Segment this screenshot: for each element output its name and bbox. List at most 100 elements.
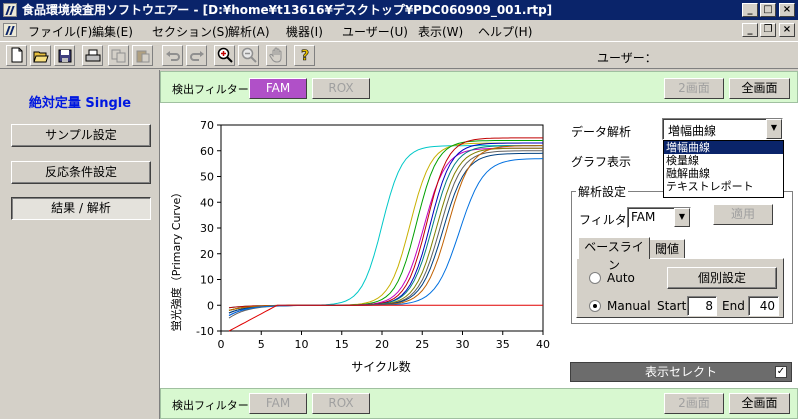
y-tick-label: 40 [200, 196, 214, 209]
toolbar: ? ユーザー： [0, 41, 798, 69]
x-tick-label: 5 [258, 338, 265, 351]
x-tick-label: 15 [335, 338, 349, 351]
end-input[interactable]: 40 [748, 296, 779, 316]
graph-display-label: グラフ表示 [571, 155, 632, 169]
menu-edit[interactable]: 編集(E) [92, 23, 133, 40]
individual-settings-button[interactable]: 個別設定 [667, 267, 777, 289]
child-minimize-button[interactable]: _ [742, 23, 758, 37]
chart-area: -10 0 10 20 30 40 50 60 70 0 5 10 15 20 25 30 35 40 蛍光強度… [160, 103, 567, 388]
x-tick-label: 25 [415, 338, 429, 351]
menu-section[interactable]: セクション(S) [152, 23, 229, 40]
data-analysis-select[interactable]: 増幅曲線 ▼ [662, 118, 783, 140]
filter-label: 検出フィルター [172, 83, 249, 96]
open-icon[interactable] [30, 45, 51, 66]
left-panel: 絶対定量 Single サンプル設定 反応条件設定 結果 / 解析 [0, 70, 160, 419]
title-bar: 食品環境検査用ソフトウエアー - [D:¥home¥t13616¥デスクトップ¥… [0, 0, 798, 20]
auto-radio[interactable] [589, 272, 601, 284]
zoom-in-icon[interactable] [214, 45, 235, 66]
analysis-panel: データ解析 増幅曲線 ▼ グラフ表示 解析設定 フィルター FAM ▼ 適用 ベ… [567, 103, 798, 388]
tab-baseline[interactable]: ベースライン [578, 237, 650, 272]
x-tick-label: 35 [496, 338, 510, 351]
display-select-checkbox[interactable]: ✓ [775, 366, 787, 378]
redo-icon[interactable] [186, 45, 207, 66]
maximize-button[interactable]: □ [760, 3, 776, 17]
full-screen-button[interactable]: 全画面 [729, 393, 790, 414]
manual-label: Manual [607, 299, 651, 313]
filter-bar-bottom: 検出フィルター FAM ROX 2画面 全画面 [160, 388, 798, 419]
filter-label: 検出フィルター [172, 399, 249, 412]
analysis-settings-label: 解析設定 [576, 183, 629, 200]
y-axis-label: 蛍光強度（Primary Curve） [169, 187, 183, 331]
menu-view[interactable]: 表示(W) [418, 23, 463, 40]
apply-button[interactable]: 適用 [713, 204, 773, 225]
start-label: Start [657, 299, 687, 313]
fam-filter-button[interactable]: FAM [249, 78, 307, 99]
menu-device[interactable]: 機器(I) [286, 23, 323, 40]
dropdown-option-amplification[interactable]: 増幅曲線 [664, 141, 783, 154]
dropdown-option-text-report[interactable]: テキストレポート [664, 180, 783, 193]
manual-radio[interactable] [589, 300, 601, 312]
chevron-down-icon[interactable]: ▼ [766, 119, 782, 139]
filter-select-value: FAM [631, 210, 656, 224]
paste-icon[interactable] [132, 45, 153, 66]
y-tick-label: 30 [200, 222, 214, 235]
data-analysis-value: 増幅曲線 [668, 124, 717, 138]
zoom-out-icon[interactable] [238, 45, 259, 66]
hand-icon[interactable] [266, 45, 287, 66]
y-tick-label: 50 [200, 171, 214, 184]
display-select-bar[interactable]: 表示セレクト ✓ [570, 362, 792, 382]
fam-filter-button[interactable]: FAM [249, 393, 307, 414]
two-screen-button[interactable]: 2画面 [664, 78, 724, 99]
x-tick-label: 10 [295, 338, 309, 351]
copy-icon[interactable] [108, 45, 129, 66]
display-select-label: 表示セレクト [644, 365, 717, 379]
x-axis-label: サイクル数 [351, 359, 410, 374]
sample-settings-button[interactable]: サンプル設定 [11, 124, 151, 147]
menu-user[interactable]: ユーザー(U) [342, 23, 408, 40]
save-icon[interactable] [54, 45, 75, 66]
undo-icon[interactable] [162, 45, 183, 66]
y-tick-label: -10 [196, 325, 214, 338]
help-icon[interactable]: ? [294, 45, 315, 66]
y-tick-label: 60 [200, 145, 214, 158]
chevron-down-icon[interactable]: ▼ [674, 208, 690, 227]
data-analysis-label: データ解析 [571, 125, 632, 139]
document-icon [3, 23, 17, 37]
filter-bar-top: 検出フィルター FAM ROX 2画面 全画面 [160, 71, 798, 103]
rox-filter-button[interactable]: ROX [312, 78, 370, 99]
x-tick-label: 0 [218, 338, 225, 351]
end-label: End [722, 299, 745, 313]
dropdown-option-standard-curve[interactable]: 検量線 [664, 154, 783, 167]
data-analysis-dropdown-list: 増幅曲線 検量線 融解曲線 テキストレポート [663, 140, 784, 198]
child-close-button[interactable]: × [779, 23, 795, 37]
menu-file[interactable]: ファイル(F) [28, 23, 92, 40]
x-tick-label: 20 [375, 338, 389, 351]
print-icon[interactable] [82, 45, 103, 66]
x-tick-label: 40 [536, 338, 550, 351]
y-tick-label: 70 [200, 119, 214, 132]
reaction-conditions-button[interactable]: 反応条件設定 [11, 161, 151, 184]
close-button[interactable]: × [779, 3, 795, 17]
tab-threshold[interactable]: 閾値 [649, 239, 685, 259]
results-analysis-button[interactable]: 結果 / 解析 [11, 197, 151, 220]
rox-filter-button[interactable]: ROX [312, 393, 370, 414]
y-tick-label: 20 [200, 248, 214, 261]
amplification-chart: -10 0 10 20 30 40 50 60 70 0 5 10 15 20 25 30 35 40 蛍光強度… [169, 119, 550, 374]
filter-select[interactable]: FAM ▼ [627, 207, 691, 228]
minimize-button[interactable]: _ [742, 3, 758, 17]
menu-analysis[interactable]: 解析(A) [228, 23, 270, 40]
dropdown-option-melt-curve[interactable]: 融解曲線 [664, 167, 783, 180]
child-restore-button[interactable]: ❐ [760, 23, 776, 37]
app-icon [3, 3, 17, 17]
user-label: ユーザー： [597, 51, 657, 65]
window-title: 食品環境検査用ソフトウエアー - [D:¥home¥t13616¥デスクトップ¥… [22, 3, 553, 17]
svg-text:?: ? [300, 48, 308, 63]
plot-frame [220, 124, 544, 332]
two-screen-button[interactable]: 2画面 [664, 393, 724, 414]
new-icon[interactable] [6, 45, 27, 66]
y-tick-label: 0 [207, 299, 214, 312]
start-input[interactable]: 8 [687, 296, 717, 316]
menu-help[interactable]: ヘルプ(H) [478, 23, 532, 40]
full-screen-button[interactable]: 全画面 [729, 78, 790, 99]
y-tick-label: 10 [200, 274, 214, 287]
